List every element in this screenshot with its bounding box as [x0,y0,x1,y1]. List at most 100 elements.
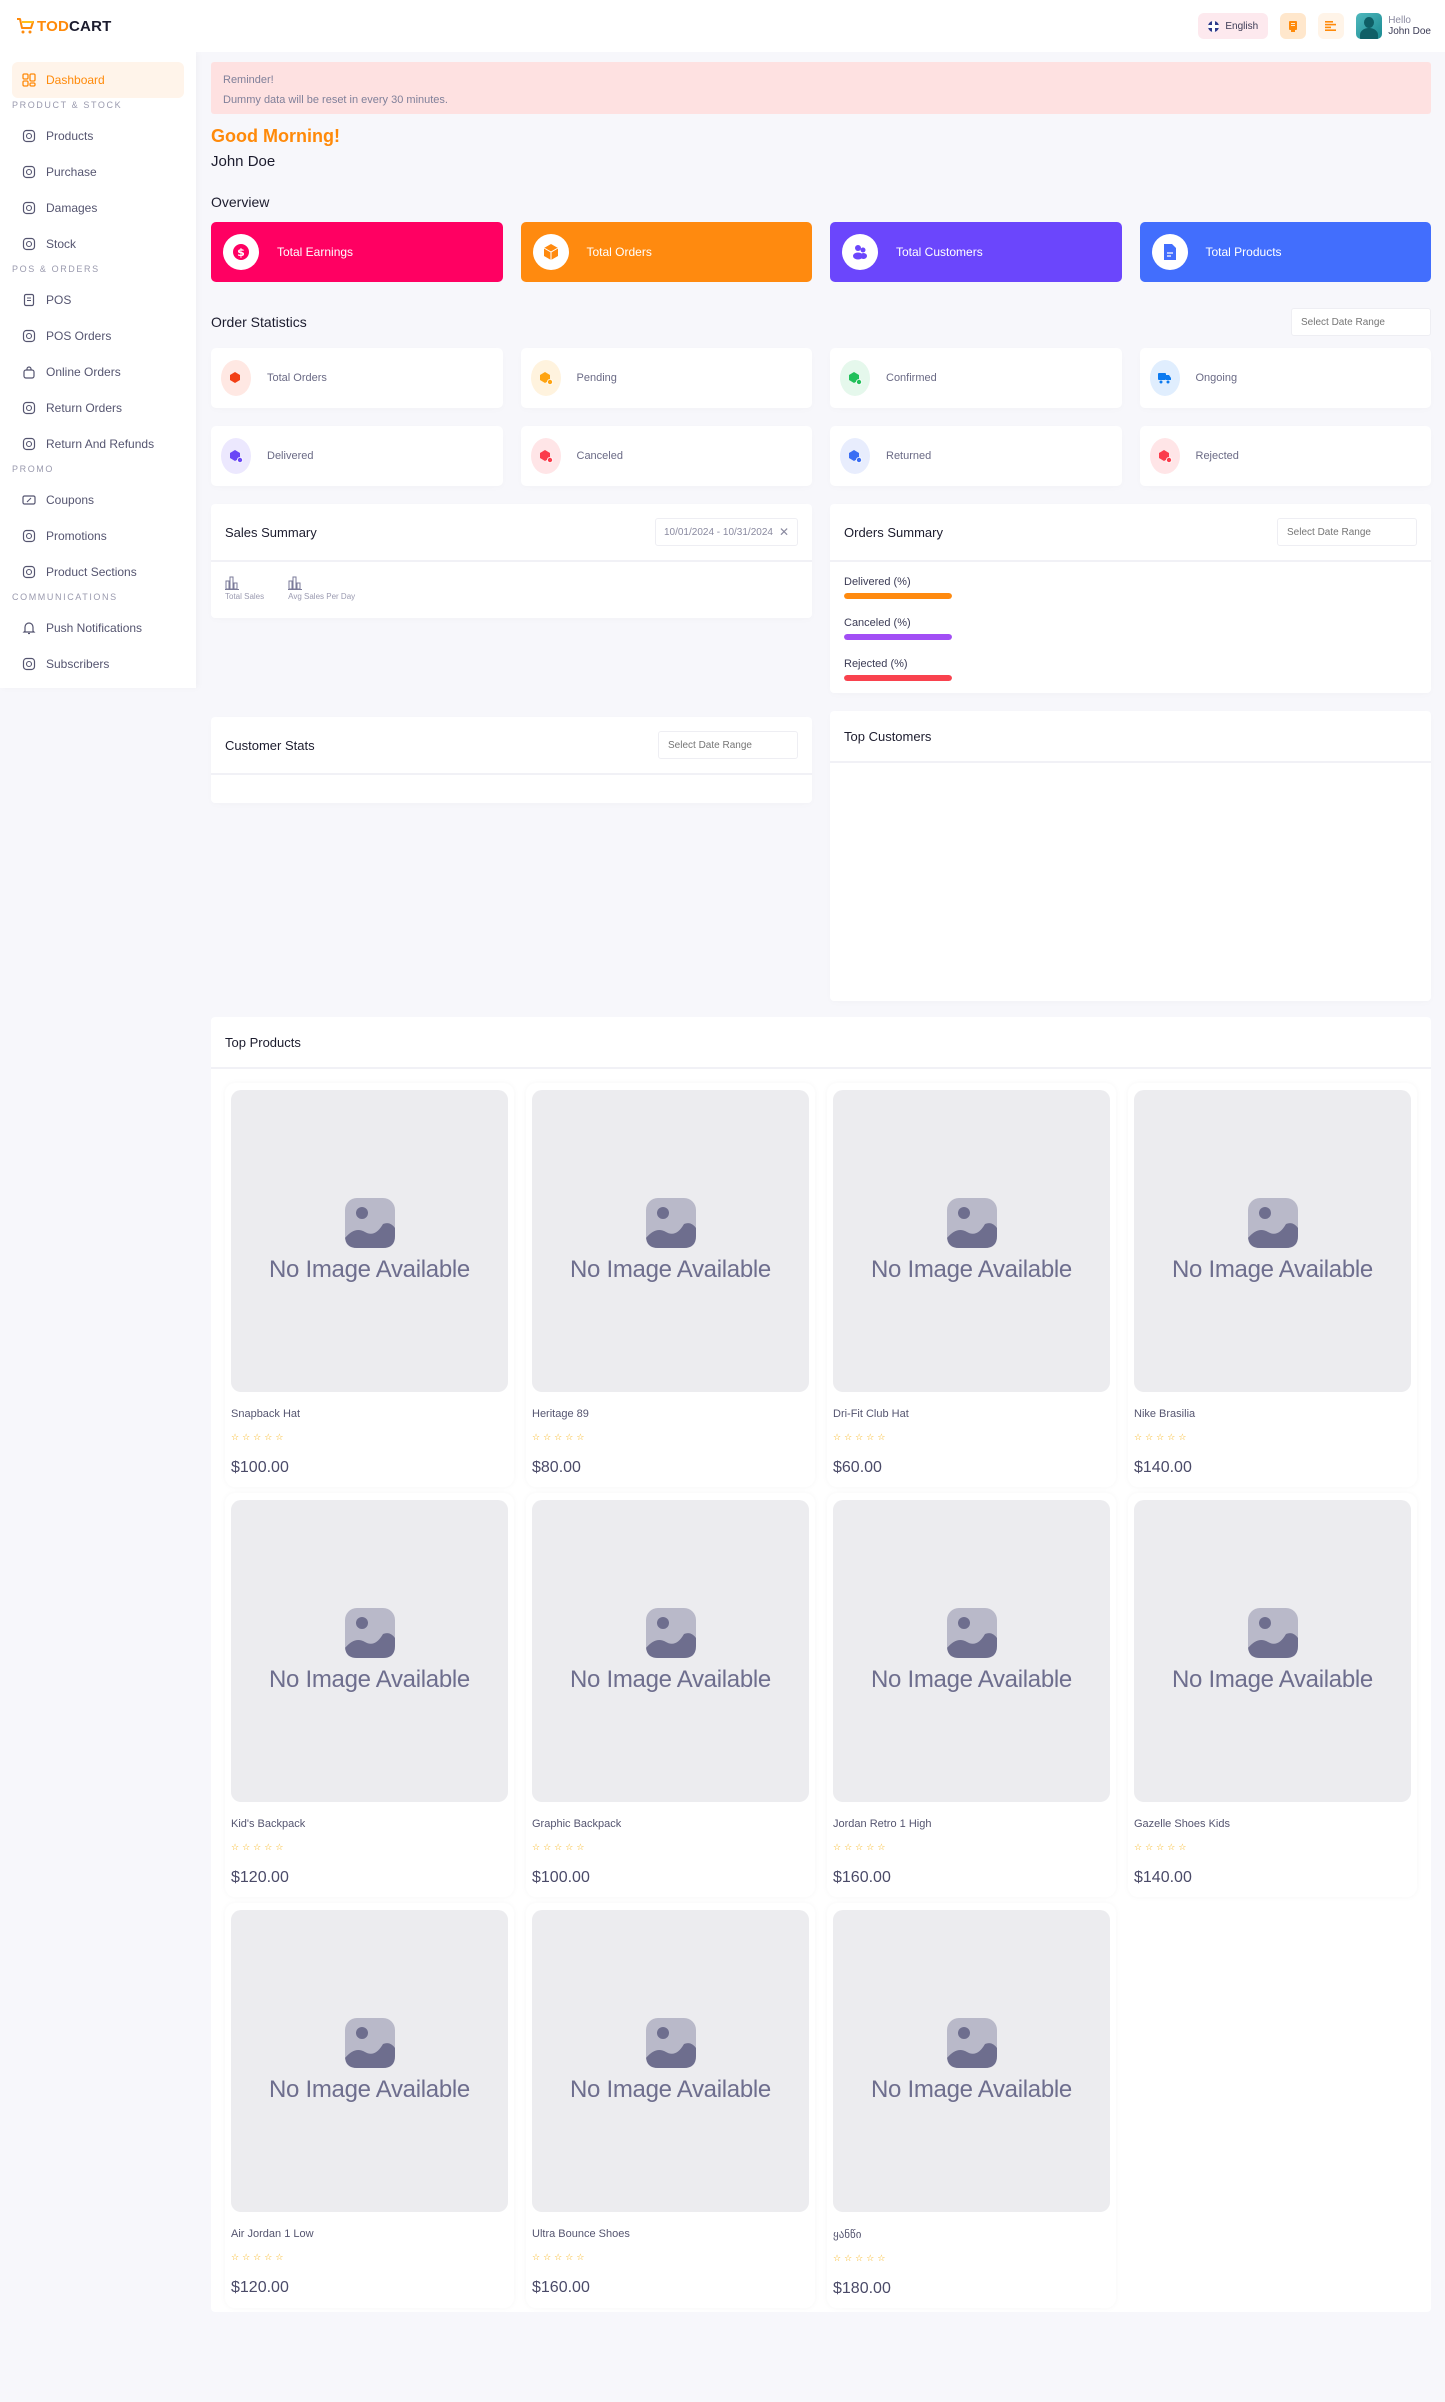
star-outline-icon: ☆ [532,1842,541,1852]
sidebar-item-subscribers[interactable]: Subscribers [12,646,184,682]
brand-logo[interactable]: TOD CART [16,18,111,35]
order-stat-canceled[interactable]: Canceled [520,426,812,486]
image-placeholder-icon [645,2018,696,2068]
overview-card-total-orders[interactable]: Total Orders [520,222,812,282]
product-image-placeholder: No Image Available [833,1910,1110,2212]
star-outline-icon: ☆ [576,1432,585,1442]
star-outline-icon: ☆ [264,2252,273,2262]
top-products-title: Top Products [211,1017,1431,1069]
product-card[interactable]: No Image Available Graphic Backpack ☆ ☆ ☆ ☆ ☆ $… [526,1493,815,1897]
sales-date-range-input[interactable]: 10/01/2024 - 10/31/2024 ✕ [654,518,798,546]
overview-card-total-earnings[interactable]: $ Total Earnings [211,222,503,282]
product-price: $180.00 [833,2280,891,2297]
sidebar-item-push-notifications[interactable]: Push Notifications [12,610,184,646]
sidebar-item-purchase[interactable]: Purchase [12,154,184,190]
products-icon [22,129,36,143]
sidebar-item-promotions[interactable]: Promotions [12,518,184,554]
sales-metric: Total Sales [225,576,264,604]
product-card[interactable]: No Image Available Kid's Backpack ☆ ☆ ☆ ☆ ☆ $12… [225,1493,514,1897]
product-price: $120.00 [231,2279,289,2296]
reminder-alert: Reminder! Dummy data will be reset in ev… [211,62,1431,114]
order-stat-pending[interactable]: Pending [520,348,812,408]
order-stat-delivered[interactable]: Delivered [211,426,503,486]
product-card[interactable]: No Image Available Gazelle Shoes Kids ☆ ☆ ☆ ☆… [1128,1493,1417,1897]
order-stat-confirmed[interactable]: Confirmed [830,348,1122,408]
sidebar-item-damages[interactable]: Damages [12,190,184,226]
user-menu[interactable]: Hello John Doe [1356,13,1431,39]
sidebar-item-pos-orders[interactable]: POS Orders [12,318,184,354]
customer-stats-date-range-input[interactable] [658,731,798,759]
product-card[interactable]: No Image Available Ultra Bounce Shoes ☆ ☆ ☆ ☆… [526,1903,815,2308]
product-card[interactable]: No Image Available Air Jordan 1 Low ☆ ☆ ☆ ☆ ☆ $… [225,1903,514,2308]
sidebar-item-stock[interactable]: Stock [12,226,184,262]
language-selector[interactable]: English [1198,13,1269,39]
star-outline-icon: ☆ [844,2253,853,2263]
bar-label: Canceled (%) [844,617,911,629]
product-card[interactable]: No Image Available Nike Brasilia ☆ ☆ ☆ ☆ ☆ $140… [1128,1083,1417,1487]
product-card[interactable]: No Image Available ყანწი ☆ ☆ ☆ ☆ ☆ $180.00 [827,1903,1116,2308]
sidebar-item-label: Subscribers [46,657,110,671]
top-customers-panel: Top Customers [830,711,1431,1001]
sidebar-item-label: POS [46,293,72,307]
user-name: John Doe [1388,26,1431,37]
clear-date-icon[interactable]: ✕ [779,525,789,539]
sidebar-item-dashboard[interactable]: Dashboard [12,62,184,98]
overview-cards: $ Total Earnings Total Orders Total Custome… [211,222,1431,282]
product-name: Nike Brasilia [1134,1408,1196,1420]
sidebar-item-label: Promotions [46,529,107,543]
sidebar-item-return-orders[interactable]: Return Orders [12,390,184,426]
progress-track [844,675,952,681]
sales-metric-label: Total Sales [225,592,265,601]
purchase-icon [22,165,36,179]
refund-icon [22,437,36,451]
product-card[interactable]: No Image Available Jordan Retro 1 High ☆ ☆ ☆… [827,1493,1116,1897]
image-placeholder-icon [946,2018,997,2068]
star-outline-icon: ☆ [554,2252,563,2262]
orders-summary-date-range-input[interactable] [1277,518,1417,546]
order-stat-ongoing[interactable]: Ongoing [1139,348,1431,408]
no-image-text: No Image Available [871,1256,1072,1283]
pos-button[interactable] [1280,13,1307,39]
subscribers-icon [22,657,36,671]
sidebar-item-return-and-refunds[interactable]: Return And Refunds [12,426,184,462]
star-outline-icon: ☆ [275,1842,284,1852]
order-stat-label: Pending [576,372,617,384]
sidebar-item-label: Product Sections [46,565,137,579]
image-placeholder-icon [946,1198,997,1248]
sidebar-item-label: Purchase [46,165,97,179]
bar-label: Rejected (%) [844,658,908,670]
product-card[interactable]: No Image Available Heritage 89 ☆ ☆ ☆ ☆ ☆ $80.00 [526,1083,815,1487]
sales-metric-label: Avg Sales Per Day [288,592,356,601]
customer-stats-panel: Customer Stats [211,717,812,803]
order-stat-rejected[interactable]: Rejected [1139,426,1431,486]
product-price: $140.00 [1134,1869,1192,1886]
order-stats-date-range-input[interactable] [1291,308,1431,336]
star-outline-icon: ☆ [565,2252,574,2262]
order-stat-total-orders[interactable]: Total Orders [211,348,503,408]
product-card[interactable]: No Image Available Dri-Fit Club Hat ☆ ☆ ☆ ☆ ☆ $… [827,1083,1116,1487]
product-price: $80.00 [532,1459,581,1476]
product-name: Jordan Retro 1 High [833,1818,932,1830]
customer-stats-title: Customer Stats [225,737,315,753]
menu-toggle-button[interactable] [1318,13,1345,39]
star-outline-icon: ☆ [565,1432,574,1442]
image-placeholder-icon [946,1608,997,1658]
image-placeholder-icon [645,1198,696,1248]
product-name: Snapback Hat [231,1408,301,1420]
sidebar-item-products[interactable]: Products [12,118,184,154]
sidebar-item-pos[interactable]: POS [12,282,184,318]
sales-summary-panel: Sales Summary 10/01/2024 - 10/31/2024 ✕ … [211,504,812,618]
no-image-text: No Image Available [269,1256,470,1283]
overview-card-total-customers[interactable]: Total Customers [830,222,1122,282]
sidebar-item-product-sections[interactable]: Product Sections [12,554,184,590]
star-outline-icon: ☆ [844,1842,853,1852]
orders-summary-bar: Rejected (%) [844,658,1417,681]
product-card[interactable]: No Image Available Snapback Hat ☆ ☆ ☆ ☆ ☆ $100.… [225,1083,514,1487]
sidebar: Dashboard PRODUCT & STOCK Products Purchase… [0,52,196,688]
order-stat-returned[interactable]: Returned [830,426,1122,486]
star-outline-icon: ☆ [554,1842,563,1852]
sidebar-item-online-orders[interactable]: Online Orders [12,354,184,390]
svg-text:$: $ [237,246,245,259]
overview-card-total-products[interactable]: Total Products [1139,222,1431,282]
sidebar-item-coupons[interactable]: Coupons [12,482,184,518]
